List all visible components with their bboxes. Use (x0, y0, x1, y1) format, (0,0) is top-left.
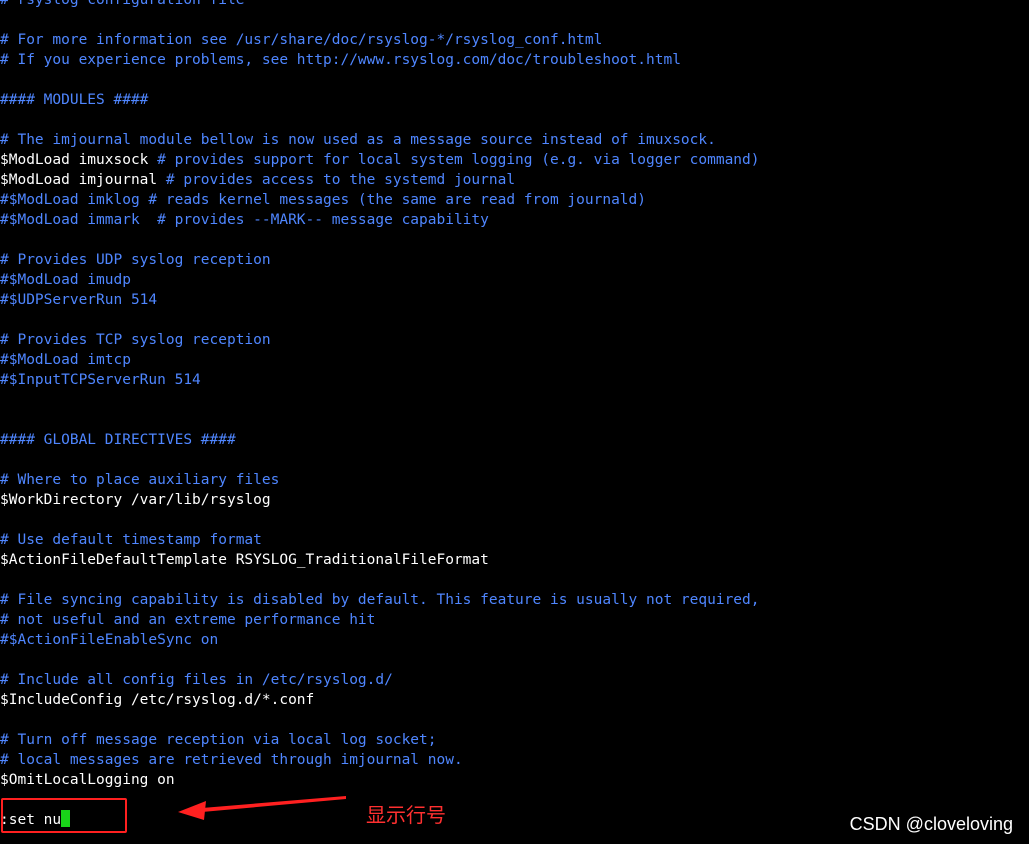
editor-line: # local messages are retrieved through i… (0, 752, 463, 768)
watermark: CSDN @cloveloving (849, 814, 1013, 834)
editor-line: $IncludeConfig /etc/rsyslog.d/*.conf (0, 692, 315, 708)
annotation-highlight-box (1, 798, 127, 833)
editor-line: # Include all config files in /etc/rsysl… (0, 672, 393, 688)
editor-line: # Turn off message reception via local l… (0, 732, 437, 748)
arrow-head (178, 801, 206, 820)
editor-line: # File syncing capability is disabled by… (0, 592, 760, 608)
editor-line: #$ActionFileEnableSync on (0, 632, 219, 648)
editor-line: #### GLOBAL DIRECTIVES #### (0, 432, 236, 448)
editor-line: #$UDPServerRun 514 (0, 292, 158, 308)
editor-buffer[interactable]: # rsyslog configuration file # For more i… (0, 0, 1029, 790)
arrow-shaft (202, 796, 346, 812)
editor-line: $WorkDirectory /var/lib/rsyslog (0, 492, 271, 508)
editor-line: $ModLoad imjournal # provides access to … (0, 170, 1029, 190)
terminal-window[interactable]: # rsyslog configuration file # For more i… (0, 0, 1029, 844)
editor-line: #$ModLoad imtcp (0, 352, 131, 368)
editor-line: # Use default timestamp format (0, 532, 262, 548)
editor-line: # The imjournal module bellow is now use… (0, 132, 716, 148)
editor-line: # For more information see /usr/share/do… (0, 32, 603, 48)
editor-line: $OmitLocalLogging on (0, 772, 175, 788)
comment-segment: # provides access to the systemd journal (165, 172, 516, 188)
editor-line: #$InputTCPServerRun 514 (0, 372, 201, 388)
editor-line: # rsyslog configuration file (0, 0, 245, 8)
editor-line: # Provides TCP syslog reception (0, 332, 271, 348)
editor-line: #$ModLoad immark # provides --MARK-- mes… (0, 212, 489, 228)
annotation-label: 显示行号 (366, 803, 446, 827)
editor-line: # If you experience problems, see http:/… (0, 52, 681, 68)
comment-segment: # provides support for local system logg… (157, 152, 760, 168)
editor-line: # not useful and an extreme performance … (0, 612, 376, 628)
editor-line: $ModLoad imuxsock # provides support for… (0, 150, 1029, 170)
editor-line: # Provides UDP syslog reception (0, 252, 271, 268)
editor-line: #$ModLoad imudp (0, 272, 131, 288)
arrow-left-icon (178, 796, 346, 820)
editor-line: # Where to place auxiliary files (0, 472, 280, 488)
editor-line: $ActionFileDefaultTemplate RSYSLOG_Tradi… (0, 552, 489, 568)
editor-line: #### MODULES #### (0, 92, 149, 108)
code-segment: $ModLoad imuxsock (0, 152, 158, 168)
code-segment: $ModLoad imjournal (0, 172, 166, 188)
editor-line: #$ModLoad imklog # reads kernel messages… (0, 192, 647, 208)
